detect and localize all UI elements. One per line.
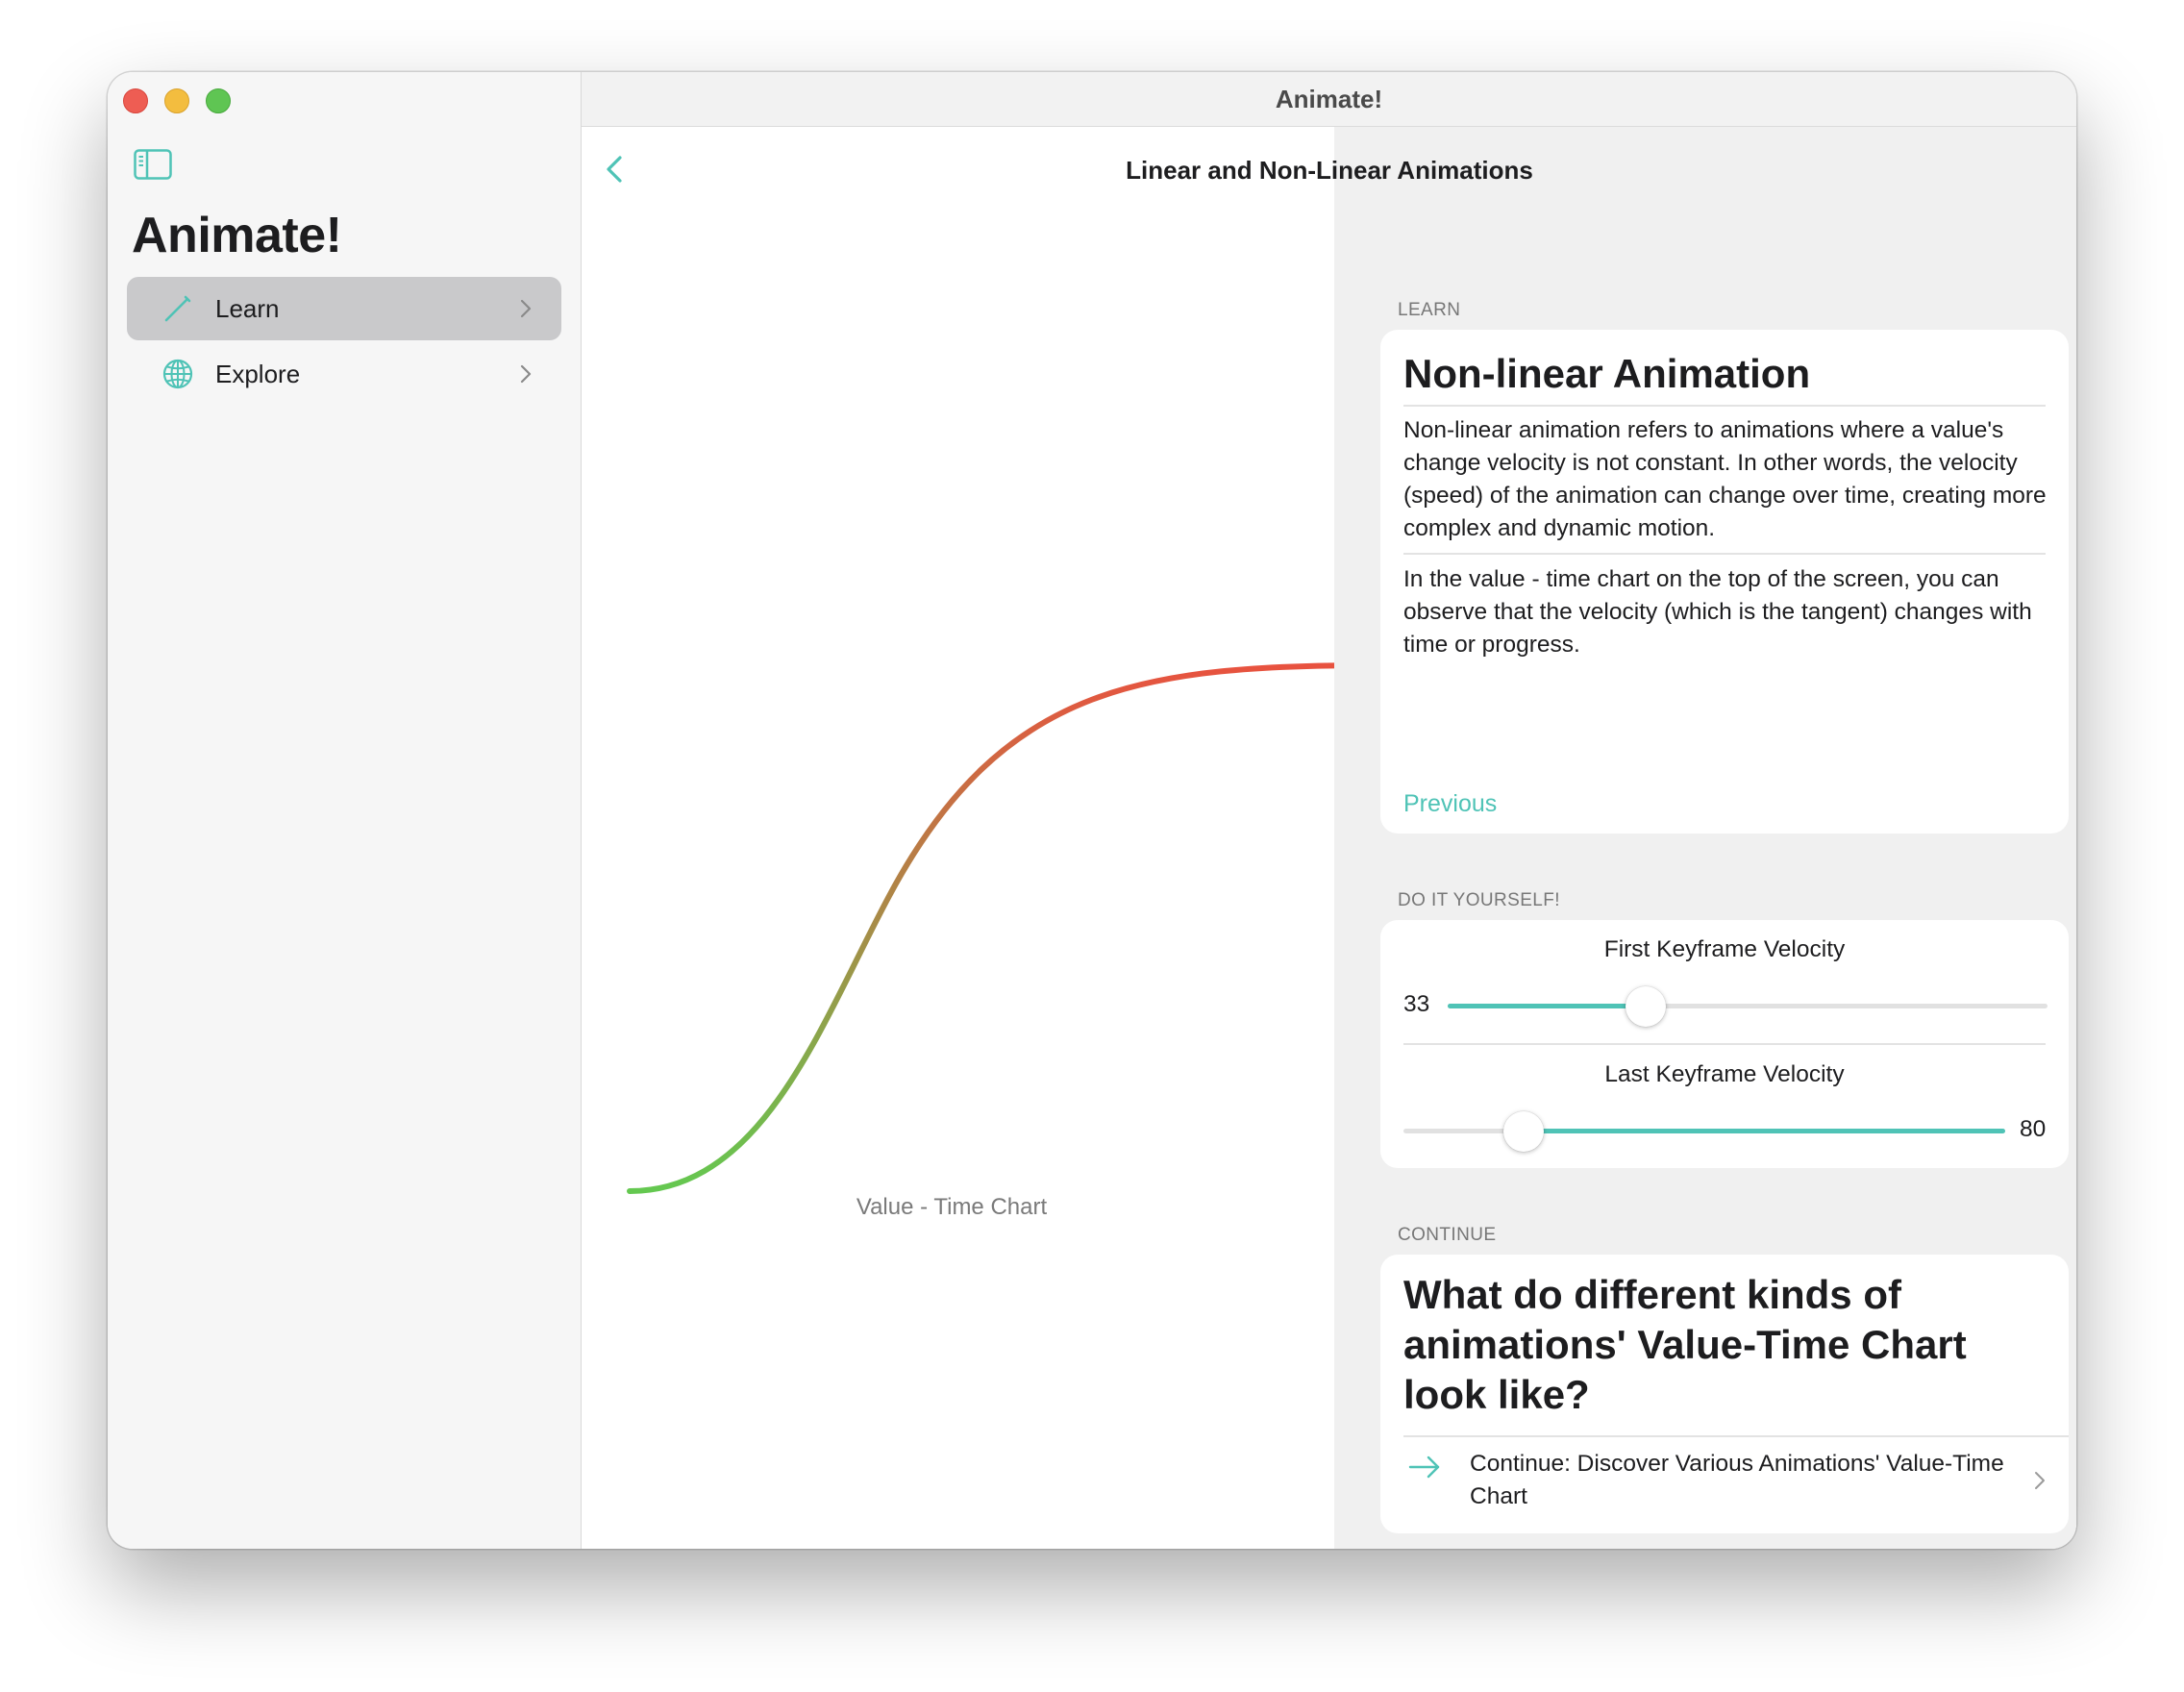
section-header-diy: DO IT YOURSELF! xyxy=(1398,890,1560,910)
section-header-continue: CONTINUE xyxy=(1398,1225,1497,1245)
last-keyframe-velocity-label: Last Keyframe Velocity xyxy=(1604,1061,1845,1087)
learn-card: Non-linear Animation Non-linear animatio… xyxy=(1380,330,2069,834)
continue-heading: What do different kinds of animations' V… xyxy=(1403,1272,1967,1417)
chart-caption: Value - Time Chart xyxy=(856,1194,1048,1220)
slider-thumb[interactable] xyxy=(1625,986,1666,1027)
slider-thumb[interactable] xyxy=(1503,1111,1545,1152)
sidebar-item-learn[interactable]: Learn xyxy=(127,277,561,340)
first-keyframe-velocity-value: 33 xyxy=(1403,991,1430,1017)
continue-card: What do different kinds of animations' V… xyxy=(1380,1255,2069,1533)
learn-paragraph: Non-linear animation refers to animation… xyxy=(1403,417,2047,541)
sidebar-item-label: Learn xyxy=(215,293,280,323)
divider xyxy=(1403,553,2046,555)
section-header-learn: LEARN xyxy=(1398,300,1461,320)
value-time-chart xyxy=(627,662,1334,1194)
sidebar-item-explore[interactable]: Explore xyxy=(127,342,561,406)
chevron-right-icon xyxy=(2034,1470,2046,1491)
app-window: Animate! Learn Explore Animate! Linear a… xyxy=(108,72,2076,1549)
sidebar-toggle-icon[interactable] xyxy=(134,149,172,180)
globe-icon xyxy=(161,358,194,390)
main-content: Linear and Non-Linear Animations Value -… xyxy=(582,127,2076,1549)
zoom-button[interactable] xyxy=(206,88,231,113)
sidebar-app-title: Animate! xyxy=(132,208,342,263)
chevron-right-icon xyxy=(519,362,533,386)
sidebar: Animate! Learn Explore xyxy=(108,72,582,1549)
pencil-icon xyxy=(161,292,194,325)
previous-button[interactable]: Previous xyxy=(1403,790,1497,818)
window-title: Animate! xyxy=(1275,84,1383,113)
slider-fill xyxy=(1524,1129,2005,1133)
continue-link-label: Continue: Discover Various Animations' V… xyxy=(1470,1451,2004,1509)
window-controls xyxy=(123,88,231,113)
first-keyframe-velocity-label: First Keyframe Velocity xyxy=(1603,936,1846,962)
minimize-button[interactable] xyxy=(164,88,189,113)
divider xyxy=(1403,1043,2046,1045)
divider xyxy=(1403,405,2046,407)
last-keyframe-velocity-value: 80 xyxy=(2020,1116,2047,1142)
arrow-right-icon xyxy=(1407,1453,1442,1481)
learn-heading: Non-linear Animation xyxy=(1403,351,1811,396)
sidebar-item-label: Explore xyxy=(215,359,301,388)
value-time-curve xyxy=(627,662,1334,1194)
velocity-controls-card: First Keyframe Velocity 33 Last Keyframe… xyxy=(1380,920,2069,1168)
slider-fill xyxy=(1448,1004,1646,1008)
chevron-right-icon xyxy=(519,297,533,320)
close-button[interactable] xyxy=(123,88,148,113)
title-bar: Animate! xyxy=(582,72,2076,127)
learn-paragraph: In the value - time chart on the top of … xyxy=(1403,566,2032,658)
continue-link[interactable]: Continue: Discover Various Animations' V… xyxy=(1380,1435,2069,1533)
